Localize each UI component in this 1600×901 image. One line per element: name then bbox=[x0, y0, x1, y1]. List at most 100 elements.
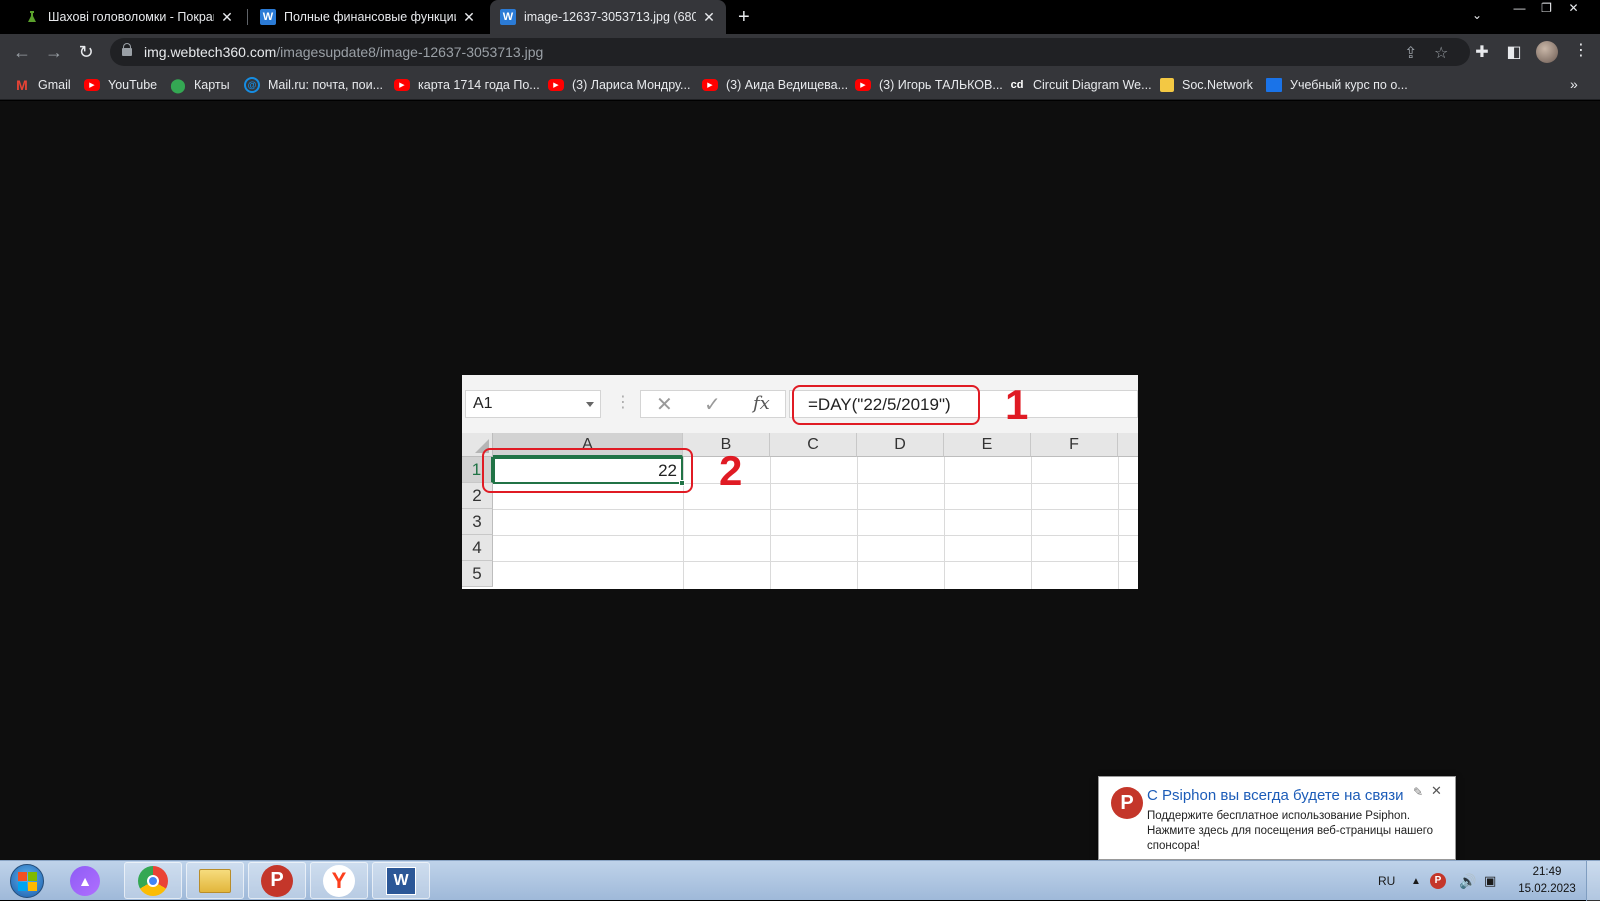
taskbar-psiphon[interactable]: P bbox=[248, 862, 306, 899]
taskbar-explorer[interactable] bbox=[186, 862, 244, 899]
bookmark-larisa[interactable]: ▶ (3) Лариса Мондру... bbox=[548, 70, 690, 100]
mailru-icon: @ bbox=[244, 77, 260, 93]
clock-date: 15.02.2023 bbox=[1518, 883, 1576, 895]
gridline bbox=[857, 457, 858, 589]
profile-avatar[interactable] bbox=[1536, 41, 1558, 63]
bookmarks-bar: M Gmail ▶ YouTube ⬤ Карты @ Mail.ru: почта, … bbox=[0, 70, 1600, 100]
youtube-icon: ▶ bbox=[548, 79, 564, 91]
chevron-right-double-icon[interactable]: » bbox=[1570, 76, 1578, 92]
gridline bbox=[944, 457, 945, 589]
notification-body: Поддержите бесплатное использование Psip… bbox=[1147, 810, 1434, 852]
youtube-icon: ▶ bbox=[855, 79, 871, 91]
reload-icon[interactable]: ↻ bbox=[74, 40, 98, 64]
minimize-icon[interactable]: — bbox=[1506, 0, 1533, 18]
tab-strip: Шахові головоломки - Покращ ✕ W Полные ф… bbox=[0, 0, 1600, 34]
bookmark-map-1714[interactable]: ▶ карта 1714 года По... bbox=[394, 70, 540, 100]
bookmark-youtube[interactable]: ▶ YouTube bbox=[84, 70, 157, 100]
bookmark-mailru[interactable]: @ Mail.ru: почта, пои... bbox=[244, 70, 383, 100]
callout-number-1: 1 bbox=[1005, 381, 1029, 428]
share-icon[interactable]: ⇪ bbox=[1404, 43, 1417, 63]
volume-icon[interactable]: 🔊 bbox=[1459, 861, 1476, 901]
system-clock[interactable]: 21:49 15.02.2023 bbox=[1514, 864, 1580, 898]
side-panel-icon[interactable]: ◧ bbox=[1504, 42, 1524, 62]
gridline bbox=[1031, 457, 1032, 589]
bookmark-label: YouTube bbox=[108, 78, 158, 92]
bookmark-label: Gmail bbox=[38, 78, 71, 92]
circuit-diagram-icon: cd bbox=[1010, 79, 1024, 91]
column-header-c: C bbox=[770, 433, 857, 457]
callout-number-2: 2 bbox=[719, 447, 743, 494]
formula-buttons: ✕ ✓ fx bbox=[640, 390, 786, 418]
clock-time: 21:49 bbox=[1532, 866, 1562, 878]
bookmark-circuit-diagram[interactable]: cd Circuit Diagram We... bbox=[1009, 70, 1152, 100]
address-bar[interactable]: img.webtech360.com/imagesupdate8/image-1… bbox=[110, 38, 1470, 66]
row-header-3: 3 bbox=[462, 509, 493, 535]
course-icon bbox=[1266, 78, 1282, 92]
callout-box-1 bbox=[792, 385, 980, 425]
language-indicator[interactable]: RU bbox=[1378, 861, 1395, 901]
lock-icon[interactable] bbox=[122, 43, 132, 56]
gridline bbox=[1118, 457, 1119, 589]
psiphon-icon: P bbox=[261, 864, 293, 897]
browser-toolbar: ← → ↻ img.webtech360.com/imagesupdate8/i… bbox=[0, 34, 1600, 70]
bookmark-aida[interactable]: ▶ (3) Аида Ведищева... bbox=[702, 70, 848, 100]
pin-icon[interactable]: ✎ bbox=[1413, 785, 1423, 799]
gridline bbox=[493, 535, 1138, 536]
menu-kebab-icon[interactable]: ⋮ bbox=[1573, 40, 1589, 60]
bookmark-label: (3) Лариса Мондру... bbox=[572, 78, 691, 92]
spreadsheet-grid: A B C D E F 1 2 3 4 5 22 2 bbox=[462, 433, 1138, 589]
column-header-e: E bbox=[944, 433, 1031, 457]
psiphon-logo-icon: P bbox=[1111, 787, 1143, 819]
forward-arrow-icon[interactable]: → bbox=[42, 40, 66, 64]
name-box-value: A1 bbox=[473, 395, 493, 412]
extensions-puzzle-icon[interactable]: ✚ bbox=[1472, 42, 1492, 62]
star-icon[interactable]: ☆ bbox=[1434, 43, 1448, 63]
back-arrow-icon[interactable]: ← bbox=[10, 40, 34, 64]
close-icon[interactable]: ✕ bbox=[220, 9, 234, 26]
tab-title: image-12637-3053713.jpg (680× bbox=[524, 10, 696, 24]
folder-icon bbox=[1160, 78, 1174, 92]
taskbar-alice[interactable]: ▲ bbox=[56, 862, 114, 899]
tab-finance[interactable]: W Полные финансовые функции ✕ bbox=[250, 0, 486, 34]
close-icon[interactable]: ✕ bbox=[462, 9, 476, 26]
bookmark-label: (3) Игорь ТАЛЬКОВ... bbox=[879, 78, 1003, 92]
tab-title: Шахові головоломки - Покращ bbox=[48, 10, 214, 24]
bookmark-label: (3) Аида Ведищева... bbox=[726, 78, 849, 92]
bookmark-gmail[interactable]: M Gmail bbox=[14, 70, 71, 100]
tray-psiphon-icon[interactable]: P bbox=[1430, 861, 1446, 901]
bookmark-label: Circuit Diagram We... bbox=[1033, 78, 1152, 92]
alice-icon: ▲ bbox=[70, 865, 100, 896]
bookmark-label: Карты bbox=[194, 78, 230, 92]
dropdown-arrow-icon bbox=[586, 402, 594, 407]
tab-chess[interactable]: Шахові головоломки - Покращ ✕ bbox=[14, 0, 244, 34]
bookmark-maps[interactable]: ⬤ Карты bbox=[170, 70, 230, 100]
notification-title: С Psiphon вы всегда будете на связи bbox=[1147, 787, 1404, 804]
close-icon[interactable]: ✕ bbox=[702, 9, 716, 26]
bookmark-course[interactable]: Учебный курс по о... bbox=[1266, 70, 1408, 100]
checkmark-icon: ✓ bbox=[704, 394, 721, 416]
close-window-icon[interactable]: ✕ bbox=[1560, 0, 1587, 18]
bookmark-label: Mail.ru: почта, пои... bbox=[268, 78, 384, 92]
tab-image[interactable]: W image-12637-3053713.jpg (680× ✕ bbox=[490, 0, 726, 34]
cancel-x-icon: ✕ bbox=[656, 394, 673, 416]
close-icon[interactable]: ✕ bbox=[1431, 783, 1442, 799]
bookmark-socnetwork[interactable]: Soc.Network bbox=[1160, 70, 1253, 100]
taskbar-yandex[interactable]: Y bbox=[310, 862, 368, 899]
network-icon[interactable]: ▣ bbox=[1484, 861, 1496, 901]
tray-expand-arrow-icon[interactable]: ▲ bbox=[1411, 861, 1421, 901]
restore-icon[interactable]: ❐ bbox=[1533, 0, 1560, 18]
w-icon: W bbox=[500, 9, 516, 25]
word-icon: W bbox=[386, 866, 416, 895]
youtube-icon: ▶ bbox=[84, 79, 100, 91]
column-header-f: F bbox=[1031, 433, 1118, 457]
start-button[interactable] bbox=[4, 863, 50, 899]
show-desktop-button[interactable] bbox=[1586, 861, 1600, 901]
chevron-down-icon[interactable]: ⌄ bbox=[1472, 8, 1482, 22]
bookmark-igor[interactable]: ▶ (3) Игорь ТАЛЬКОВ... bbox=[855, 70, 1003, 100]
taskbar-word[interactable]: W bbox=[372, 862, 430, 899]
new-tab-plus-icon[interactable]: + bbox=[738, 6, 750, 29]
taskbar-chrome[interactable] bbox=[124, 862, 182, 899]
psiphon-notification[interactable]: P С Psiphon вы всегда будете на связи По… bbox=[1098, 776, 1456, 869]
tab-title: Полные финансовые функции bbox=[284, 10, 456, 24]
bookmark-label: Soc.Network bbox=[1182, 78, 1253, 92]
